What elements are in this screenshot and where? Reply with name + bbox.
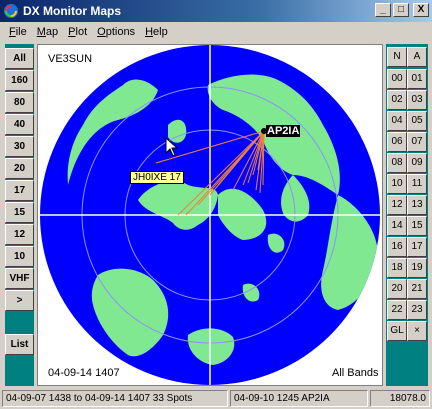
map-date: 04-09-14 1407 (48, 367, 120, 379)
title-bar: DX Monitor Maps _ □ X (0, 0, 432, 22)
menu-bar: File Map Plot Options Help (0, 22, 432, 41)
hour-button[interactable]: 09 (407, 153, 427, 173)
n-button[interactable]: N (387, 47, 407, 67)
hour-panel: N A 00 01 02 03 04 05 06 07 08 09 10 11 … (386, 44, 428, 386)
hour-button[interactable]: 02 (387, 90, 407, 110)
hour-button[interactable]: 16 (387, 237, 407, 257)
azimuthal-map[interactable] (38, 45, 383, 386)
spot-label[interactable]: JH0IXE 17 (130, 171, 184, 184)
hour-button[interactable]: 23 (407, 300, 427, 320)
band-button-17[interactable]: 17 (5, 180, 34, 201)
menu-help[interactable]: Help (140, 26, 173, 38)
menu-file[interactable]: File (4, 26, 32, 38)
band-button-40[interactable]: 40 (5, 114, 34, 135)
band-button-80[interactable]: 80 (5, 92, 34, 113)
window-title: DX Monitor Maps (23, 4, 121, 18)
hour-button[interactable]: 11 (407, 174, 427, 194)
band-button-20[interactable]: 20 (5, 158, 34, 179)
band-button-30[interactable]: 30 (5, 136, 34, 157)
callsign-label: VE3SUN (48, 53, 93, 65)
hour-button[interactable]: 00 (387, 69, 407, 89)
menu-map[interactable]: Map (32, 26, 63, 38)
menu-plot[interactable]: Plot (63, 26, 92, 38)
band-button-next[interactable]: > (5, 290, 34, 311)
status-bar: 04-09-07 1438 to 04-09-14 1407 33 Spots … (0, 388, 432, 409)
status-frequency: 18078.0 (370, 390, 430, 407)
close-button[interactable]: X (413, 3, 429, 17)
band-button-12[interactable]: 12 (5, 224, 34, 245)
app-icon (4, 4, 18, 18)
menu-options[interactable]: Options (92, 26, 140, 38)
hour-button[interactable]: 10 (387, 174, 407, 194)
hour-button[interactable]: 01 (407, 69, 427, 89)
hour-button[interactable]: 06 (387, 132, 407, 152)
hour-button[interactable]: 13 (407, 195, 427, 215)
clear-button[interactable]: × (407, 321, 427, 341)
hour-button[interactable]: 18 (387, 258, 407, 278)
hour-button[interactable]: 21 (407, 279, 427, 299)
band-button-10[interactable]: 10 (5, 246, 34, 267)
hour-button[interactable]: 04 (387, 111, 407, 131)
maximize-button[interactable]: □ (393, 3, 409, 17)
hour-button[interactable]: 08 (387, 153, 407, 173)
gl-button[interactable]: GL (387, 321, 407, 341)
hour-button[interactable]: 19 (407, 258, 427, 278)
band-button-160[interactable]: 160 (5, 70, 34, 91)
hour-button[interactable]: 12 (387, 195, 407, 215)
map-panel[interactable]: VE3SUN AP2IA JH0IXE 17 04-09-14 1407 All… (37, 44, 383, 386)
hour-button[interactable]: 17 (407, 237, 427, 257)
map-bands: All Bands (332, 367, 379, 379)
status-last-spot: 04-09-10 1245 AP2IA (230, 390, 368, 407)
hour-button[interactable]: 03 (407, 90, 427, 110)
band-button-15[interactable]: 15 (5, 202, 34, 223)
hour-button[interactable]: 22 (387, 300, 407, 320)
hour-button[interactable]: 20 (387, 279, 407, 299)
list-button[interactable]: List (5, 334, 34, 355)
hour-button[interactable]: 05 (407, 111, 427, 131)
band-button-all[interactable]: All (5, 48, 34, 69)
a-button[interactable]: A (407, 47, 427, 67)
minimize-button[interactable]: _ (375, 3, 391, 17)
status-range: 04-09-07 1438 to 04-09-14 1407 33 Spots (2, 390, 228, 407)
hour-button[interactable]: 15 (407, 216, 427, 236)
band-button-vhf[interactable]: VHF (5, 268, 34, 289)
hour-button[interactable]: 07 (407, 132, 427, 152)
hour-button[interactable]: 14 (387, 216, 407, 236)
band-panel: All 160 80 40 30 20 17 15 12 10 VHF > Li… (5, 44, 34, 386)
target-label: AP2IA (266, 125, 301, 137)
